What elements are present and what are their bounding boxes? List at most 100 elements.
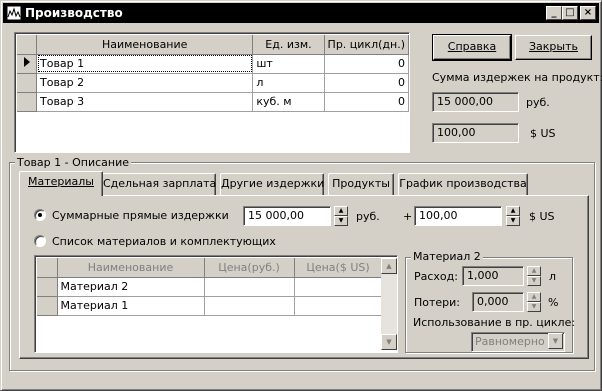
cell-cycle[interactable]: 0 — [324, 54, 410, 74]
cell-unit[interactable]: шт — [252, 54, 325, 74]
radio-selected-dot — [38, 213, 42, 217]
window-title: Производство — [25, 6, 123, 20]
materials-grid[interactable]: Наименование Цена(руб.) Цена($ US) Матер… — [34, 255, 398, 353]
spin-up-icon[interactable]: ▲ — [506, 206, 520, 216]
help-button[interactable]: Справка — [432, 34, 512, 61]
materials-scrollbar[interactable]: ▲ ▼ — [381, 258, 397, 350]
spin-up-icon[interactable]: ▲ — [334, 206, 348, 216]
tab-products-label: Продукты — [332, 177, 390, 190]
direct-rub-spinner[interactable]: ▲ ▼ — [334, 206, 348, 226]
consumption-field[interactable]: 1,000 — [462, 266, 524, 286]
materials-table: Наименование Цена(руб.) Цена($ US) Матер… — [37, 258, 383, 316]
table-row[interactable]: Товар 1 шт 0 — [17, 54, 410, 74]
maximize-button[interactable]: □ — [562, 6, 578, 20]
spin-up-icon[interactable]: ▲ — [527, 266, 541, 276]
row-indicator[interactable] — [17, 73, 37, 93]
cell-unit[interactable]: куб. м — [252, 92, 325, 112]
column-header-cycle[interactable]: Пр. цикл(дн.) — [324, 35, 410, 55]
cost-usd-field: 100,00 — [432, 123, 519, 143]
row-indicator[interactable] — [37, 296, 58, 316]
close-button-label: Закрыть — [529, 40, 578, 53]
table-row[interactable]: Материал 1 — [37, 296, 383, 316]
scroll-down-icon[interactable]: ▼ — [381, 334, 397, 350]
direct-rub-input[interactable]: 15 000,00 — [243, 206, 331, 226]
cell-material-name[interactable]: Материал 2 — [57, 277, 205, 297]
column-header-price-rub[interactable]: Цена(руб.) — [204, 258, 295, 278]
column-header-material-name[interactable]: Наименование — [57, 258, 205, 278]
cell-cycle[interactable]: 0 — [324, 92, 410, 112]
consumption-unit: л — [549, 270, 557, 283]
spin-down-icon[interactable]: ▼ — [527, 302, 541, 312]
cell-price-usd[interactable] — [294, 277, 383, 297]
products-header-row: Наименование Ед. изм. Пр. цикл(дн.) — [17, 35, 410, 55]
table-row[interactable]: Товар 3 куб. м 0 — [17, 92, 410, 112]
cost-summary-label: Сумма издержек на продукт: — [432, 71, 602, 84]
consumption-spinner[interactable]: ▲ ▼ — [527, 266, 541, 286]
materials-list-radio[interactable] — [34, 235, 46, 247]
chevron-down-icon[interactable]: ▼ — [548, 333, 563, 349]
table-row[interactable]: Материал 2 — [37, 277, 383, 297]
products-table: Наименование Ед. изм. Пр. цикл(дн.) Това… — [17, 35, 410, 112]
tab-other-costs[interactable]: Другие издержки — [220, 173, 324, 195]
material-detail-group-label: Материал 2 — [411, 250, 483, 263]
cell-name[interactable]: Товар 3 — [36, 92, 254, 112]
cost-rub-field: 15 000,00 — [432, 92, 519, 112]
tab-production-schedule[interactable]: График производства — [398, 173, 528, 195]
cell-unit[interactable]: л — [252, 73, 325, 93]
minimize-button[interactable]: _ — [546, 6, 562, 20]
cell-price-usd[interactable] — [294, 296, 383, 316]
loss-unit: % — [548, 296, 559, 309]
main-window: Производство _ □ × Наименование Ед. изм.… — [0, 0, 602, 391]
cost-rub-unit: руб. — [526, 96, 550, 109]
cell-name[interactable]: Товар 2 — [36, 73, 254, 93]
direct-usd-input[interactable]: 100,00 — [414, 206, 502, 226]
spin-up-icon[interactable]: ▲ — [527, 292, 541, 302]
cell-name[interactable]: Товар 1 — [36, 54, 254, 74]
spin-down-icon[interactable]: ▼ — [506, 216, 520, 226]
row-indicator[interactable] — [17, 92, 37, 112]
column-header-unit[interactable]: Ед. изм. — [252, 35, 325, 55]
row-indicator[interactable] — [37, 277, 58, 297]
close-button[interactable]: Закрыть — [515, 35, 592, 60]
spin-down-icon[interactable]: ▼ — [527, 276, 541, 286]
cost-usd-unit: $ US — [530, 127, 556, 140]
scroll-up-icon[interactable]: ▲ — [381, 258, 397, 274]
products-grid[interactable]: Наименование Ед. изм. Пр. цикл(дн.) Това… — [14, 32, 410, 153]
spin-down-icon[interactable]: ▼ — [334, 216, 348, 226]
consumption-label: Расход: — [414, 270, 458, 283]
loss-spinner[interactable]: ▲ ▼ — [527, 292, 541, 312]
table-row[interactable]: Товар 2 л 0 — [17, 73, 410, 93]
materials-list-label[interactable]: Список материалов и комплектующих — [52, 235, 276, 248]
column-header-price-usd[interactable]: Цена($ US) — [294, 258, 383, 278]
description-group-label: Товар 1 - Описание — [15, 156, 132, 169]
app-icon — [6, 5, 22, 21]
title-bar[interactable]: Производство _ □ × — [3, 3, 599, 23]
direct-rub-unit: руб. — [356, 210, 380, 223]
cell-price-rub[interactable] — [204, 296, 295, 316]
direct-usd-spinner[interactable]: ▲ ▼ — [506, 206, 520, 226]
materials-header-row: Наименование Цена(руб.) Цена($ US) — [37, 258, 383, 278]
close-window-button[interactable]: × — [580, 6, 596, 20]
usage-select-value: Равномерно — [475, 335, 545, 348]
tab-materials[interactable]: Материалы — [19, 171, 103, 196]
current-row-arrow-icon — [23, 57, 30, 67]
tab-other-costs-label: Другие издержки — [221, 177, 325, 190]
direct-costs-radio[interactable] — [34, 209, 46, 221]
corner-header — [37, 258, 58, 278]
cell-material-name[interactable]: Материал 1 — [57, 296, 205, 316]
cell-cycle[interactable]: 0 — [324, 73, 410, 93]
usage-label: Использование в пр. цикле: — [413, 316, 576, 329]
plus-sign: + — [403, 210, 413, 223]
loss-field[interactable]: 0,000 — [472, 292, 524, 312]
cell-price-rub[interactable] — [204, 277, 295, 297]
tab-materials-label: Материалы — [28, 175, 94, 188]
row-indicator[interactable] — [17, 54, 37, 74]
tab-piecework-wages[interactable]: Сдельная зарплата — [102, 173, 216, 195]
direct-usd-unit: $ US — [529, 210, 555, 223]
column-header-name[interactable]: Наименование — [36, 35, 254, 55]
tab-products[interactable]: Продукты — [328, 173, 394, 195]
tab-production-schedule-label: График производства — [399, 177, 527, 190]
usage-select[interactable]: Равномерно ▼ — [471, 332, 565, 352]
direct-costs-label[interactable]: Суммарные прямые издержки — [52, 209, 229, 222]
tab-piecework-wages-label: Сдельная зарплата — [103, 177, 217, 190]
